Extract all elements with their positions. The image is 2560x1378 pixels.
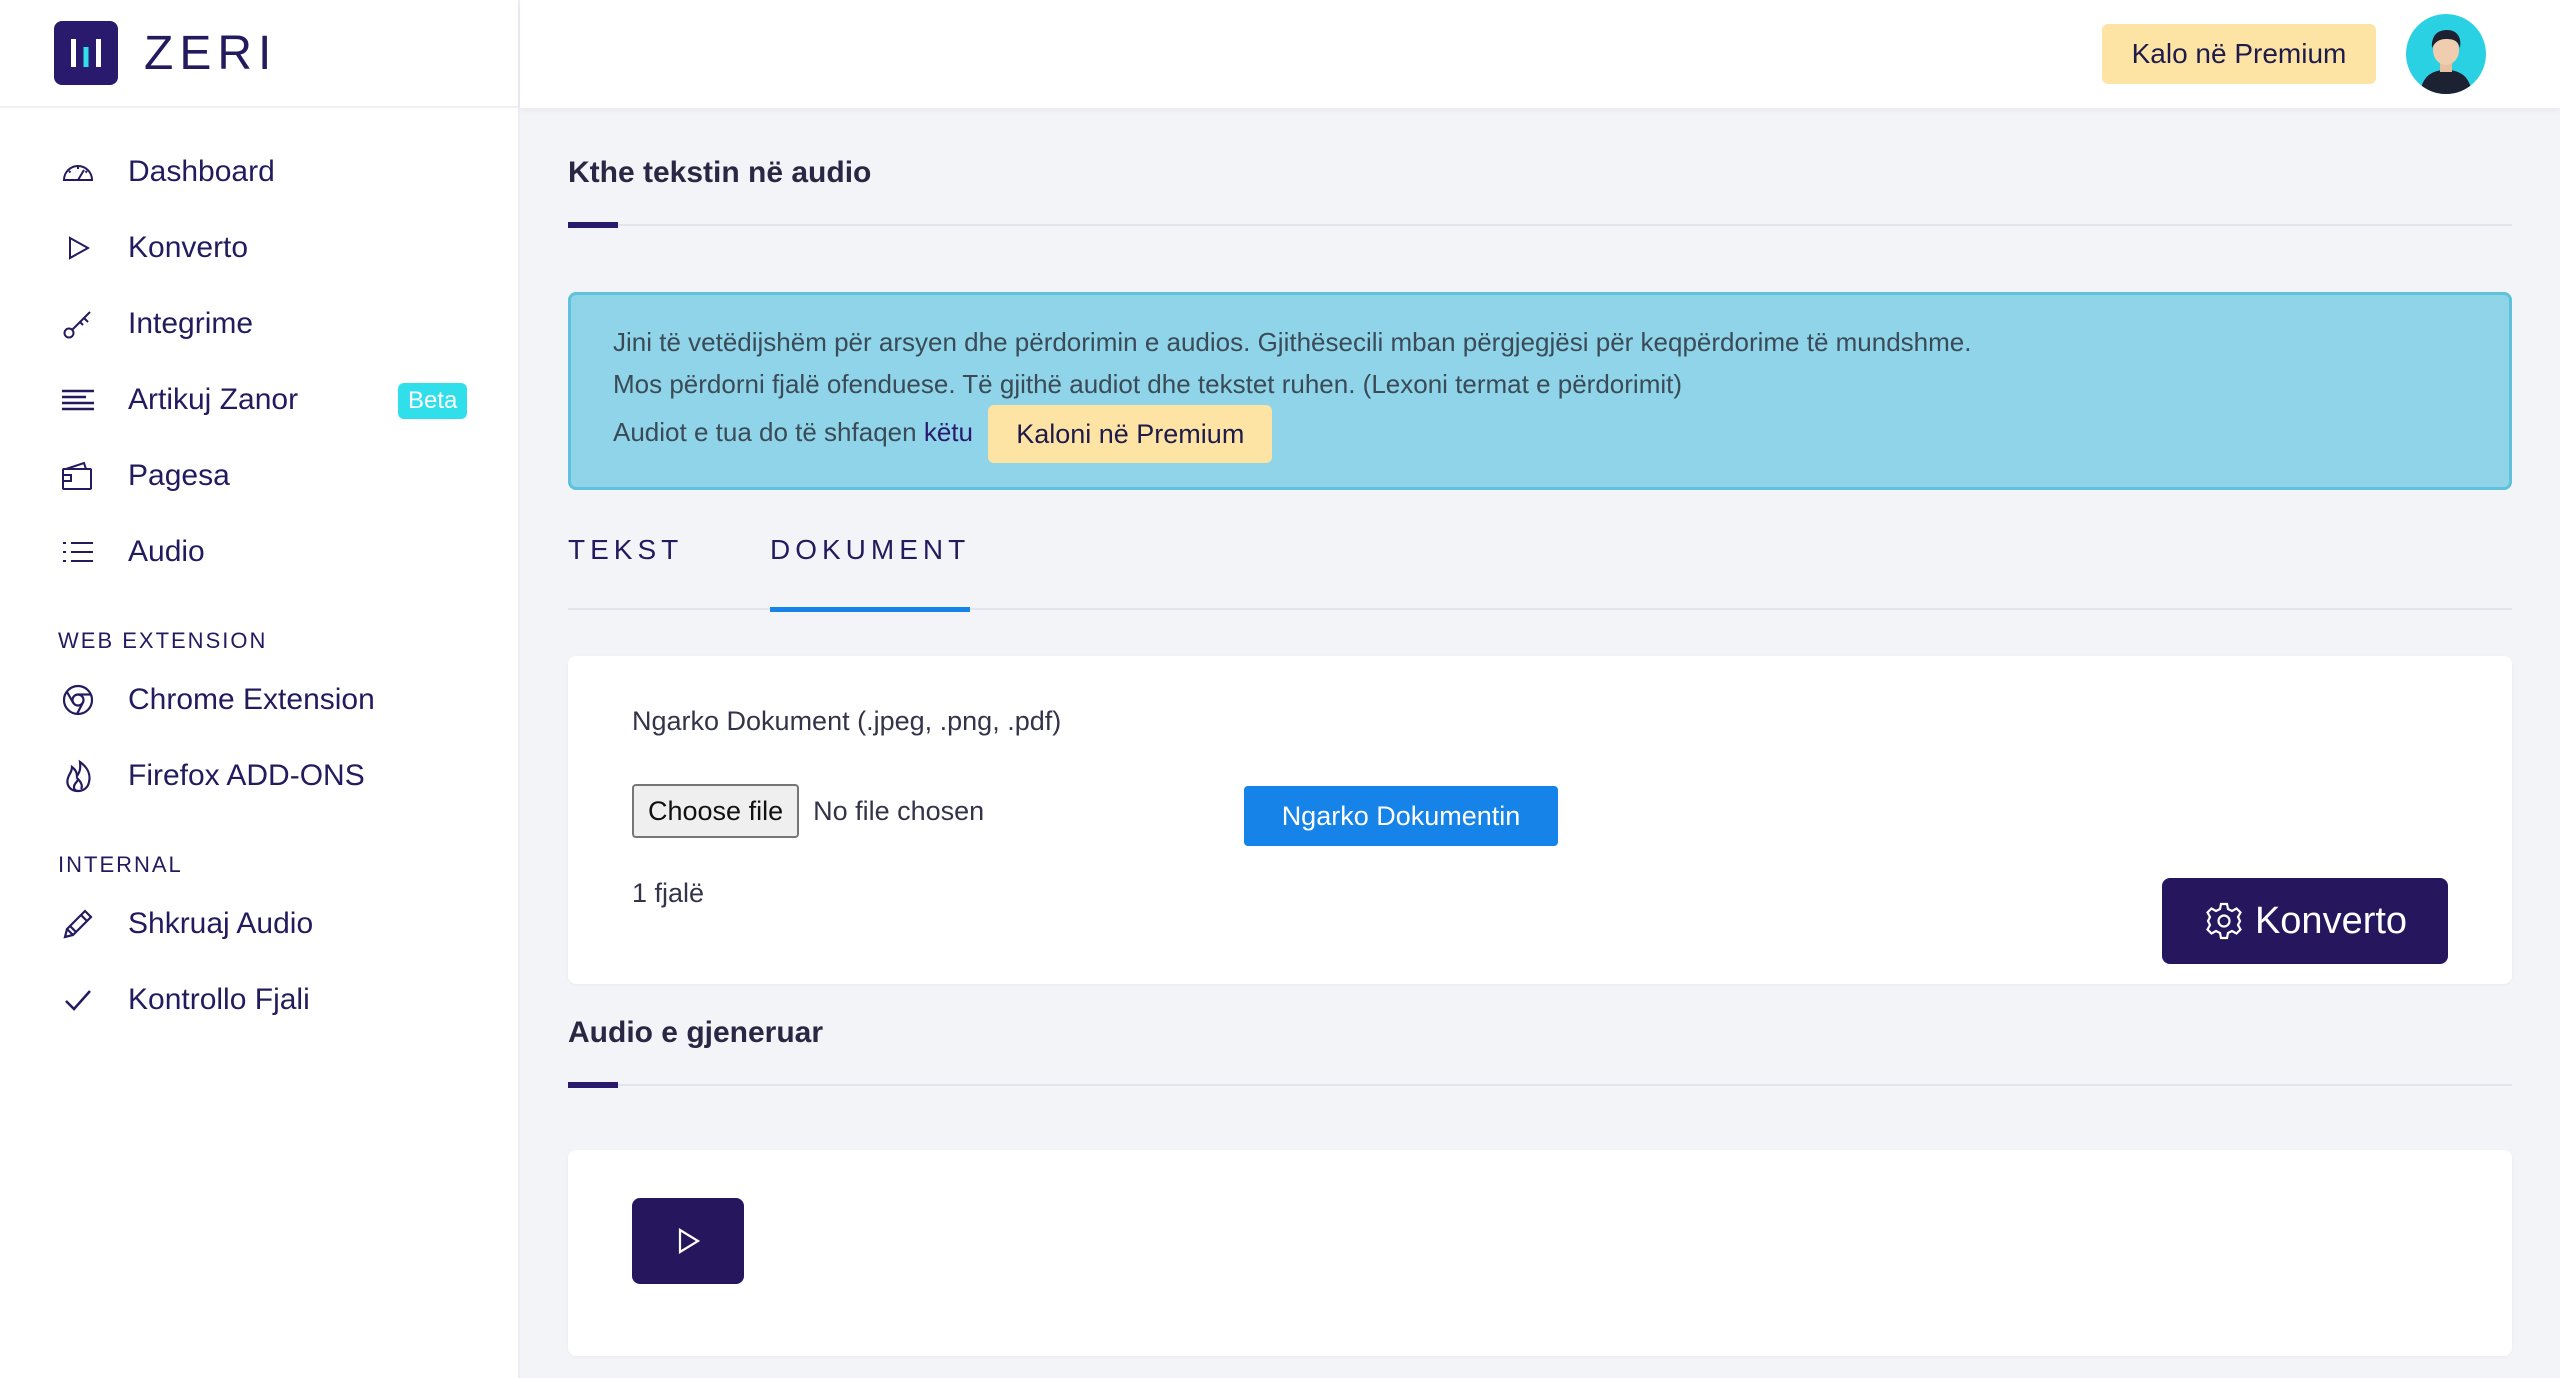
upload-document-button[interactable]: Ngarko Dokumentin	[1244, 786, 1558, 846]
sidebar-item-kontrollo-fjali[interactable]: Kontrollo Fjali	[0, 962, 518, 1038]
avatar[interactable]	[2406, 14, 2486, 94]
sidebar-item-label: Pagesa	[128, 459, 230, 492]
go-premium-button[interactable]: Kalo në Premium	[2102, 24, 2376, 84]
sidebar-item-chrome-extension[interactable]: Chrome Extension	[0, 662, 518, 738]
choose-file-button[interactable]: Choose file	[632, 784, 800, 838]
play-icon	[58, 228, 98, 268]
alert-line-2: Mos përdorni fjalë ofenduese. Të gjithë …	[613, 369, 1683, 399]
sidebar-item-label: Firefox ADD-ONS	[128, 759, 365, 792]
section-internal: INTERNAL	[58, 852, 183, 877]
play-icon	[678, 1228, 701, 1254]
tab-dokument[interactable]: DOKUMENT	[770, 534, 971, 612]
brand[interactable]: ZERI	[0, 0, 518, 108]
sidebar-item-label: Dashboard	[128, 155, 275, 188]
generated-audio-title: Audio e gjeneruar	[568, 1016, 824, 1049]
flame-icon	[58, 756, 98, 796]
chrome-icon	[58, 680, 98, 720]
input-tabs: TEKST DOKUMENT	[568, 530, 2512, 612]
alert-line-3: Audiot e tua do të shfaqen këtu Kaloni n…	[613, 405, 2467, 463]
convert-button[interactable]: Konverto	[2162, 878, 2448, 964]
sidebar-item-pagesa[interactable]: Pagesa	[0, 438, 518, 514]
info-alert: Jini të vetëdijshëm për arsyen dhe përdo…	[568, 292, 2512, 490]
sidebar-item-integrime[interactable]: Integrime	[0, 286, 518, 362]
pencil-icon	[58, 904, 98, 944]
sidebar: ZERI Dashboard Konverto Integrime Artiku…	[0, 0, 520, 1378]
alert-premium-button[interactable]: Kaloni në Premium	[988, 405, 1273, 463]
alert-line-1: Jini të vetëdijshëm për arsyen dhe përdo…	[613, 327, 1972, 357]
speedometer-icon	[58, 152, 98, 192]
gear-icon	[2206, 902, 2242, 940]
top-header: Kalo në Premium	[520, 0, 2560, 108]
audio-card	[568, 1150, 2512, 1356]
logo-icon	[54, 21, 118, 85]
brand-name: ZERI	[144, 26, 278, 80]
page-title: Kthe tekstin në audio	[568, 156, 872, 189]
sidebar-nav: Dashboard Konverto Integrime Artikuj Zan…	[0, 108, 518, 1038]
key-icon	[58, 304, 98, 344]
word-count: 1 fjalë	[632, 878, 705, 908]
beta-badge: Beta	[398, 383, 468, 419]
sidebar-item-label: Chrome Extension	[128, 683, 375, 716]
sidebar-item-label: Shkruaj Audio	[128, 907, 314, 940]
file-input: Choose file No file chosen	[632, 784, 984, 838]
text-lines-icon	[58, 380, 98, 420]
sidebar-item-firefox-addons[interactable]: Firefox ADD-ONS	[0, 738, 518, 814]
sidebar-item-label: Artikuj Zanor	[128, 383, 299, 416]
sidebar-item-dashboard[interactable]: Dashboard	[0, 134, 518, 210]
sidebar-item-label: Integrime	[128, 307, 254, 340]
section-web-extension: WEB EXTENSION	[58, 628, 268, 653]
upload-label: Ngarko Dokument (.jpeg, .png, .pdf)	[632, 706, 1062, 736]
audios-here-link[interactable]: këtu	[924, 417, 973, 447]
list-icon	[58, 532, 98, 572]
sidebar-item-label: Kontrollo Fjali	[128, 983, 310, 1016]
sidebar-item-label: Audio	[128, 535, 205, 568]
tab-tekst[interactable]: TEKST	[568, 534, 683, 608]
wallet-icon	[58, 456, 98, 496]
upload-card: Ngarko Dokument (.jpeg, .png, .pdf) Choo…	[568, 656, 2512, 984]
sidebar-item-shkruaj-audio[interactable]: Shkruaj Audio	[0, 886, 518, 962]
sidebar-item-label: Konverto	[128, 231, 249, 264]
sidebar-item-audio[interactable]: Audio	[0, 514, 518, 590]
convert-button-label: Konverto	[2254, 899, 2408, 942]
alert-line-3-text: Audiot e tua do të shfaqen	[613, 416, 917, 447]
title-divider	[568, 222, 2512, 228]
play-audio-button[interactable]	[632, 1198, 744, 1284]
check-icon	[58, 980, 98, 1020]
main-content: Kthe tekstin në audio Jini të vetëdijshë…	[568, 108, 2512, 1356]
sidebar-item-konverto[interactable]: Konverto	[0, 210, 518, 286]
file-status: No file chosen	[813, 795, 985, 826]
sidebar-item-artikuj-zanor[interactable]: Artikuj Zanor Beta	[0, 362, 518, 438]
audio-divider	[568, 1082, 2512, 1088]
